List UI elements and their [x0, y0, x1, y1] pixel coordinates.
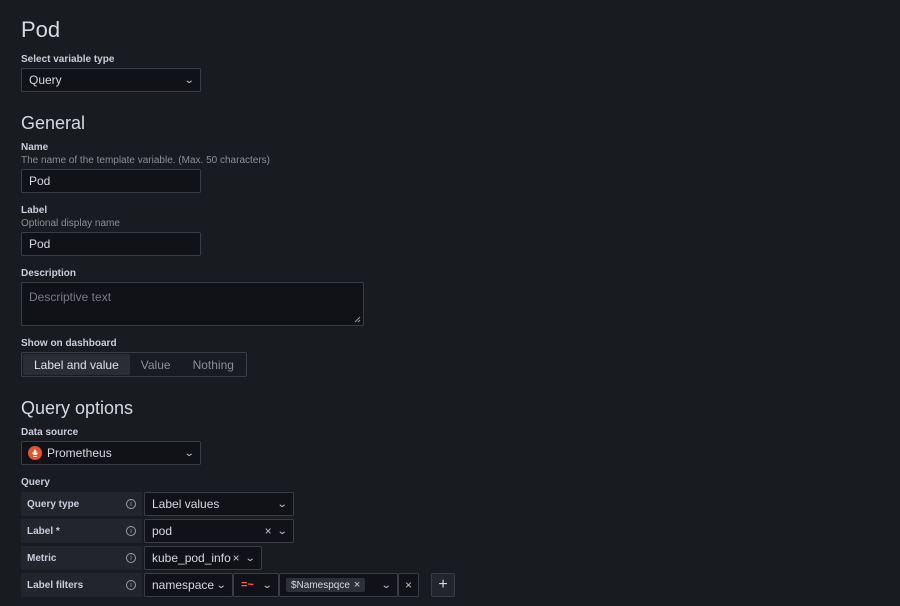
- remove-filter-button[interactable]: ×: [398, 573, 419, 597]
- name-label: Name: [21, 142, 49, 153]
- query-options-heading: Query options: [21, 398, 134, 418]
- show-option-nothing[interactable]: Nothing: [182, 354, 245, 375]
- resize-handle-icon[interactable]: [354, 316, 361, 323]
- chevron-down-icon: ⌄: [183, 447, 195, 459]
- display-label-input-value: Pod: [29, 237, 51, 251]
- label-field-value: pod: [152, 524, 173, 538]
- query-type-label-text: Query type: [27, 498, 80, 510]
- label-filters-label-text: Label filters: [27, 579, 84, 591]
- description-placeholder: Descriptive text: [29, 290, 112, 304]
- info-icon[interactable]: i: [126, 553, 136, 563]
- label-field-select[interactable]: pod × ⌄: [144, 519, 294, 543]
- chevron-down-icon: ⌄: [261, 579, 273, 591]
- data-source-label: Data source: [21, 427, 79, 438]
- chevron-down-icon: ⌄: [380, 579, 392, 591]
- chevron-down-icon: ⌄: [244, 552, 256, 564]
- show-on-dashboard-group: Label and value Value Nothing: [21, 352, 247, 377]
- label-filter-key-select[interactable]: namespace ⌄: [144, 573, 233, 597]
- label-filter-value-tag: $Namespqce ×: [286, 578, 366, 592]
- display-label-label: Label: [21, 205, 48, 216]
- add-filter-button[interactable]: +: [431, 573, 455, 597]
- description-textarea[interactable]: Descriptive text: [21, 282, 364, 326]
- metric-label-text: Metric: [27, 552, 57, 564]
- remove-tag-icon[interactable]: ×: [354, 579, 360, 591]
- close-icon: ×: [404, 578, 412, 592]
- label-filters-label: Label filters i: [21, 573, 142, 597]
- query-type-label: Query type i: [21, 492, 142, 516]
- clear-icon[interactable]: ×: [265, 524, 272, 538]
- page-title: Pod: [21, 17, 61, 42]
- general-heading: General: [21, 113, 86, 133]
- variable-type-label: Select variable type: [21, 54, 115, 65]
- chevron-down-icon: ⌄: [183, 74, 195, 86]
- chevron-down-icon: ⌄: [276, 498, 288, 510]
- plus-icon: +: [438, 576, 448, 593]
- description-label: Description: [21, 268, 77, 279]
- prometheus-icon: [28, 446, 42, 460]
- clear-icon[interactable]: ×: [233, 551, 240, 565]
- name-input[interactable]: Pod: [21, 169, 201, 193]
- query-type-select[interactable]: Label values ⌄: [144, 492, 294, 516]
- show-option-value[interactable]: Value: [130, 354, 182, 375]
- data-source-picker[interactable]: Prometheus ⌄: [21, 441, 201, 465]
- label-filter-value-select[interactable]: $Namespqce × ⌄: [279, 573, 398, 597]
- variable-type-select[interactable]: Query ⌄: [21, 68, 201, 92]
- info-icon[interactable]: i: [126, 526, 136, 536]
- metric-value: kube_pod_info: [152, 551, 231, 565]
- label-filter-operator-value: =~: [241, 579, 254, 591]
- query-label: Query: [21, 477, 50, 488]
- info-icon[interactable]: i: [126, 580, 136, 590]
- metric-label: Metric i: [21, 546, 142, 570]
- label-filter-key-value: namespace: [152, 578, 215, 592]
- label-field-label: Label * i: [21, 519, 142, 543]
- chevron-down-icon: ⌄: [276, 525, 288, 537]
- label-filter-value-tag-text: $Namespqce: [291, 579, 350, 591]
- variable-type-value: Query: [29, 73, 62, 87]
- name-description: The name of the template variable. (Max.…: [21, 155, 271, 166]
- display-label-description: Optional display name: [21, 218, 120, 229]
- query-type-value: Label values: [152, 497, 220, 511]
- info-icon[interactable]: i: [126, 499, 136, 509]
- show-on-dashboard-label: Show on dashboard: [21, 338, 117, 349]
- label-field-label-text: Label *: [27, 525, 60, 537]
- metric-select[interactable]: kube_pod_info × ⌄: [144, 546, 262, 570]
- name-input-value: Pod: [29, 174, 51, 188]
- data-source-value: Prometheus: [47, 446, 112, 460]
- chevron-down-icon: ⌄: [215, 579, 227, 591]
- label-filter-operator-select[interactable]: =~ ⌄: [233, 573, 279, 597]
- show-option-label-and-value[interactable]: Label and value: [23, 354, 130, 375]
- display-label-input[interactable]: Pod: [21, 232, 201, 256]
